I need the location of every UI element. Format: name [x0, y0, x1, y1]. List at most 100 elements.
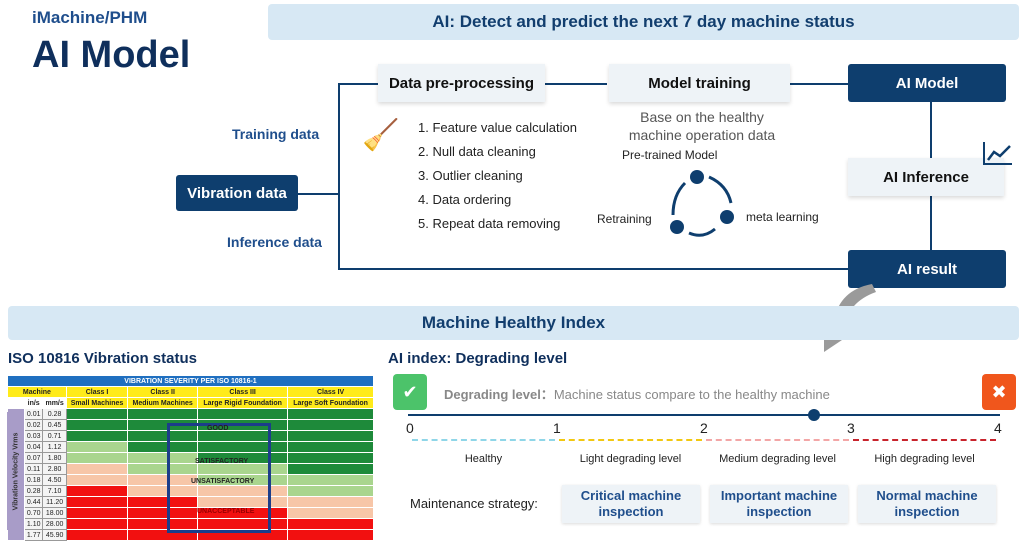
strategy-critical: Critical machine inspection	[562, 485, 700, 523]
level-label: Light degrading level	[579, 453, 682, 465]
mid-banner: Machine Healthy Index	[8, 306, 1019, 340]
connector	[338, 83, 378, 85]
class-header: Class I	[65, 386, 129, 398]
zone-cell	[287, 485, 374, 497]
velocity-value: 0.71	[42, 430, 67, 442]
level-label: High degrading level	[874, 453, 975, 465]
velocity-value: 0.11	[23, 463, 44, 475]
zone-cell	[65, 474, 129, 486]
strategy-normal: Normal machine inspection	[858, 485, 996, 523]
ai-model-box: AI Model	[848, 64, 1006, 102]
connector	[930, 102, 932, 158]
zone-cell	[287, 408, 374, 420]
brand: iMachine/PHM	[32, 8, 148, 27]
unit-mm: mm/s	[42, 397, 67, 409]
zone-cell	[287, 474, 374, 486]
trend-chart-icon	[983, 142, 1012, 165]
velocity-value: 0.28	[23, 485, 44, 497]
velocity-value: 0.03	[23, 430, 44, 442]
zone-cell	[287, 518, 374, 530]
class-desc: Large Rigid Foundation	[197, 397, 289, 409]
velocity-value: 1.10	[23, 518, 44, 530]
zone-unsatisfactory: UNSATISFACTORY	[191, 478, 255, 485]
connector	[930, 196, 932, 250]
velocity-value: 11.20	[42, 496, 67, 508]
zone-cell	[65, 408, 129, 420]
training-description: Base on the healthy machine operation da…	[628, 109, 776, 143]
class-header: Class II	[127, 386, 199, 398]
healthy-check-icon: ✔	[393, 374, 427, 410]
strategy-important: Important machine inspection	[710, 485, 848, 523]
velocity-value: 1.80	[42, 452, 67, 464]
unit-in: in/s	[23, 397, 44, 409]
level-range-arrow	[853, 439, 996, 441]
connector	[790, 83, 848, 85]
class-desc: Large Soft Foundation	[287, 397, 374, 409]
velocity-value: 18.00	[42, 507, 67, 519]
velocity-value: 0.01	[23, 408, 44, 420]
zone-good: GOOD	[207, 425, 229, 432]
velocity-value: 7.10	[42, 485, 67, 497]
zone-cell	[287, 496, 374, 508]
zone-cell	[65, 496, 129, 508]
degrading-label: Degrading level：	[444, 387, 554, 402]
cleaning-icon: 🧹	[362, 119, 400, 152]
velocity-value: 0.07	[23, 452, 44, 464]
class-desc: Small Machines	[65, 397, 129, 409]
velocity-value: 0.02	[23, 419, 44, 431]
zone-cell	[65, 507, 129, 519]
axis-label: Vibration Velocity Vrms	[12, 432, 19, 510]
model-training-box: Model training	[609, 64, 790, 102]
ai-inference-box: AI Inference	[848, 158, 1004, 196]
velocity-value: 0.45	[42, 419, 67, 431]
zone-unacceptable: UNACCEPTABLE	[197, 508, 255, 515]
velocity-value: 0.28	[42, 408, 67, 420]
table-title: VIBRATION SEVERITY PER ISO 10816-1	[7, 375, 374, 387]
scale-tick: 2	[700, 420, 708, 436]
scale-tick: 1	[553, 420, 561, 436]
class-desc: Medium Machines	[127, 397, 199, 409]
level-label: Medium degrading level	[719, 453, 836, 465]
zone-cell	[127, 408, 199, 420]
retraining-label: Retraining	[597, 212, 652, 226]
preprocessing-box: Data pre-processing	[378, 64, 545, 102]
index-scale-line	[408, 414, 1000, 416]
scale-tick: 4	[994, 420, 1002, 436]
zone-cell	[65, 452, 129, 464]
table-row: 0.01 0.28	[7, 408, 374, 420]
step: 3. Outlier cleaning	[418, 168, 523, 183]
preprocessing-steps: 1. Feature value calculation 2. Null dat…	[418, 116, 577, 236]
zone-cell	[65, 529, 129, 541]
vibration-data-box: Vibration data	[176, 175, 298, 211]
scale-tick: 3	[847, 420, 855, 436]
velocity-value: 0.18	[23, 474, 44, 486]
velocity-value: 28.00	[42, 518, 67, 530]
velocity-value: 4.50	[42, 474, 67, 486]
velocity-value: 45.90	[42, 529, 67, 541]
class-header: Class IV	[287, 386, 374, 398]
step: 4. Data ordering	[418, 192, 512, 207]
scale-tick: 0	[406, 420, 414, 436]
zone-cell	[287, 441, 374, 453]
zone-cell	[287, 463, 374, 475]
step: 1. Feature value calculation	[418, 120, 577, 135]
velocity-value: 1.77	[23, 529, 44, 541]
velocity-value: 1.12	[42, 441, 67, 453]
top-banner: AI: Detect and predict the next 7 day ma…	[268, 4, 1019, 40]
zone-cell	[65, 419, 129, 431]
level-range-arrow	[412, 439, 555, 441]
velocity-value: 0.70	[23, 507, 44, 519]
page-title: AI Model	[32, 34, 191, 76]
connector	[338, 268, 848, 270]
connector	[338, 83, 340, 269]
level-range-arrow	[706, 439, 849, 441]
training-data-label: Training data	[232, 126, 320, 142]
ai-index-heading: AI index: Degrading level	[388, 350, 568, 367]
strategy-label: Maintenance strategy:	[410, 496, 538, 511]
zone-cell	[65, 518, 129, 530]
level-range-arrow	[559, 439, 702, 441]
degrading-desc: Machine status compare to the healthy ma…	[553, 387, 830, 402]
velocity-value: 0.04	[23, 441, 44, 453]
connector	[545, 83, 607, 85]
current-level-marker	[808, 409, 821, 421]
